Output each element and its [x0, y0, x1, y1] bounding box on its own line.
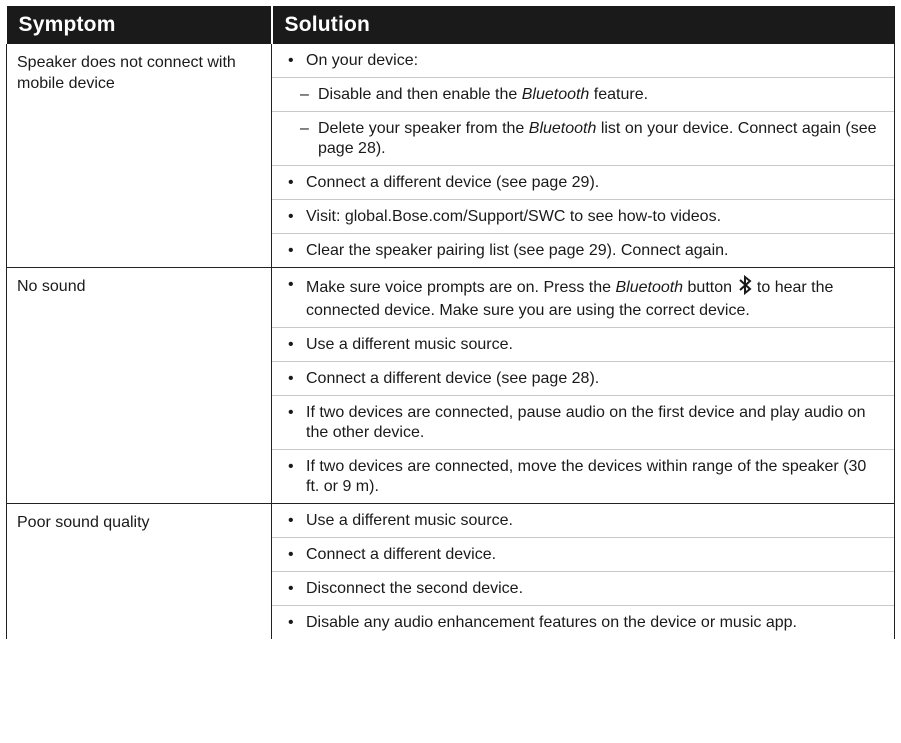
table-row: Poor sound quality • Use a different mus… [6, 503, 895, 639]
bullet-marker: • [288, 52, 294, 69]
solution-item: • Use a different music source. [272, 504, 894, 538]
solution-cell: • Make sure voice prompts are on. Press … [271, 267, 895, 504]
bullet-marker: • [288, 404, 294, 421]
dash-marker: – [300, 120, 309, 137]
solution-item: • Connect a different device (see page 2… [272, 362, 894, 396]
solution-cell: • On your device: – Disable and then ena… [271, 44, 895, 268]
table-header-row: Symptom Solution [6, 6, 895, 44]
symptom-cell: Poor sound quality [6, 503, 272, 639]
solution-subitem: – Disable and then enable the Bluetooth … [272, 78, 894, 112]
bullet-marker: • [288, 276, 294, 293]
bullet-marker: • [288, 512, 294, 529]
symptom-header: Symptom [6, 6, 273, 44]
bullet-marker: • [288, 614, 294, 631]
solution-item: • Disconnect the second device. [272, 572, 894, 606]
solution-item: • Clear the speaker pairing list (see pa… [288, 242, 729, 259]
solution-item: • On your device: [272, 44, 894, 78]
bluetooth-term: Bluetooth [521, 86, 590, 103]
solution-item: • Connect a different device (see page 2… [272, 166, 894, 200]
solution-header: Solution [271, 6, 895, 44]
bullet-marker: • [288, 370, 294, 387]
symptom-cell: No sound [6, 267, 272, 504]
bullet-marker: • [288, 208, 294, 225]
solution-item: • Connect a different device. [272, 538, 894, 572]
bullet-marker: • [288, 242, 294, 259]
solution-item: • If two devices are connected, pause au… [272, 396, 894, 450]
bluetooth-term: Bluetooth [615, 279, 684, 296]
dash-marker: – [300, 86, 309, 103]
bullet-marker: • [288, 546, 294, 563]
solution-item: • Visit: global.Bose.com/Support/SWC to … [272, 200, 894, 234]
solution-item: • Make sure voice prompts are on. Press … [272, 268, 894, 328]
bluetooth-icon [738, 274, 752, 301]
table-row: Speaker does not connect with mobile dev… [6, 44, 895, 268]
bluetooth-term: Bluetooth [528, 120, 597, 137]
symptom-cell: Speaker does not connect with mobile dev… [6, 44, 272, 268]
bullet-marker: • [288, 174, 294, 191]
solution-cell: • Use a different music source. • Connec… [271, 503, 895, 639]
table-row: No sound • Make sure voice prompts are o… [6, 267, 895, 504]
bullet-marker: • [288, 336, 294, 353]
solution-item: • If two devices are connected, move the… [288, 458, 867, 495]
solution-item: • Disable any audio enhancement features… [288, 614, 797, 631]
bullet-marker: • [288, 458, 294, 475]
troubleshooting-table: Symptom Solution Speaker does not connec… [6, 6, 895, 639]
solution-item: • Use a different music source. [272, 328, 894, 362]
solution-subitem: – Delete your speaker from the Bluetooth… [272, 112, 894, 166]
bullet-marker: • [288, 580, 294, 597]
